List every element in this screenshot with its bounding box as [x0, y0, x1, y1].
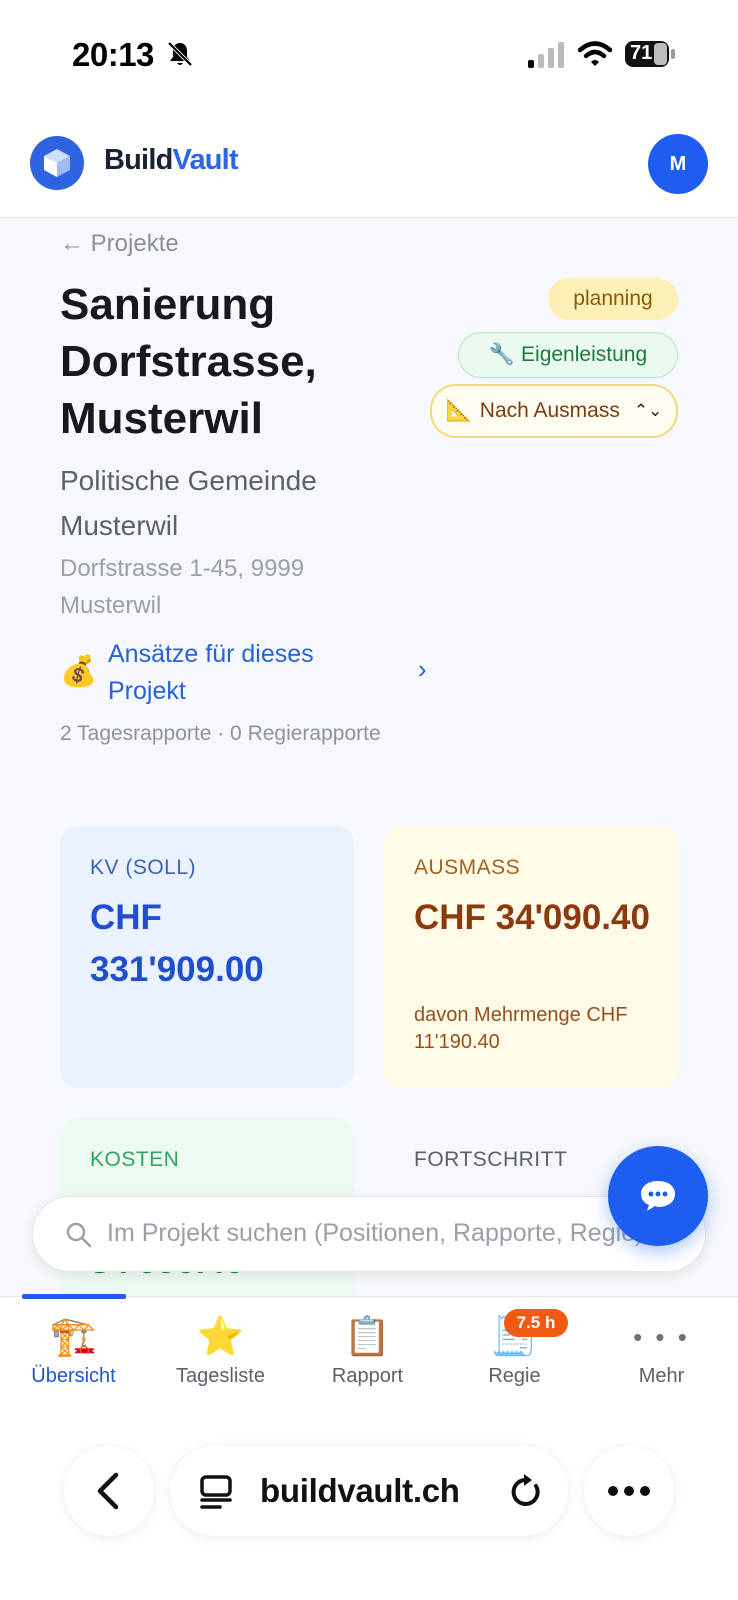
billing-mode-select[interactable]: 📐 Nach Ausmass ⌃⌄ — [430, 384, 678, 438]
bell-muted-icon — [167, 41, 193, 67]
card-label: FORTSCHRITT — [414, 1148, 568, 1171]
page-menu-icon — [200, 1475, 232, 1509]
reload-icon[interactable] — [508, 1472, 544, 1510]
chevron-right-icon: › — [418, 654, 427, 684]
search-placeholder: Im Projekt suchen (Positionen, Rapporte,… — [107, 1219, 644, 1247]
page-title: Sanierung Dorfstrasse, Musterwil — [60, 280, 317, 443]
chat-bubble-icon — [641, 1181, 675, 1211]
project-search-input[interactable]: Im Projekt suchen (Positionen, Rapporte,… — [32, 1196, 706, 1272]
money-bag-icon: 💰 — [60, 655, 98, 688]
brand-part-vault: Vault — [172, 144, 239, 176]
rates-link[interactable]: 💰 Ansätze für dieses Projekt › — [60, 636, 440, 716]
card-note: davon Mehrmenge CHF 11'190.40 — [414, 1004, 628, 1053]
card-label: KOSTEN — [90, 1148, 180, 1171]
report-counts: 2 Tagesrapporte · 0 Regierapporte — [60, 722, 381, 745]
status-time: 20:13 — [72, 36, 154, 73]
browser-toolbar: buildvault.ch — [0, 1404, 738, 1600]
browser-back-button[interactable] — [64, 1446, 154, 1536]
more-dots-icon: • • • — [633, 1322, 690, 1352]
card-label: KV (SOLL) — [90, 856, 197, 879]
tab-label: Regie — [488, 1365, 541, 1387]
battery-level: 71 — [630, 42, 653, 64]
tab-label: Mehr — [638, 1365, 685, 1387]
star-icon: ⭐ — [196, 1316, 245, 1358]
billing-mode-label: Nach Ausmass — [479, 399, 620, 422]
status-bar: 20:13 71 — [0, 0, 738, 110]
tab-uebersicht[interactable]: 🏗️ Übersicht — [0, 1315, 147, 1388]
app-header: BuildVault M — [0, 110, 738, 218]
tab-label: Tagesliste — [176, 1365, 265, 1387]
card-label: AUSMASS — [414, 856, 521, 879]
search-icon — [66, 1222, 92, 1248]
card-value: CHF 331'909.00 — [90, 898, 264, 989]
chat-button[interactable] — [608, 1146, 708, 1246]
address-bar[interactable]: buildvault.ch — [170, 1446, 568, 1536]
wifi-icon — [578, 41, 612, 66]
url-text: buildvault.ch — [260, 1472, 460, 1509]
back-to-projects-link[interactable]: ← Projekte — [60, 230, 179, 258]
triangle-ruler-icon: 📐 — [445, 399, 472, 422]
regie-hours-badge: 7.5 h — [504, 1309, 568, 1337]
project-client: Politische Gemeinde Musterwil — [60, 465, 317, 541]
tab-label: Rapport — [331, 1365, 404, 1387]
tab-mehr[interactable]: • • • Mehr — [588, 1315, 735, 1388]
cellular-signal-icon — [528, 42, 564, 68]
rates-link-label: Ansätze für dieses Projekt — [108, 640, 314, 705]
browser-more-button[interactable] — [584, 1446, 674, 1536]
wrench-icon: 🔧 — [488, 343, 516, 366]
status-badge: planning — [548, 278, 678, 320]
logo-cube-icon[interactable] — [30, 136, 84, 190]
construction-crane-icon: 🏗️ — [49, 1316, 98, 1358]
active-tab-indicator — [22, 1294, 126, 1299]
tab-rapport[interactable]: 📋 Rapport — [294, 1315, 441, 1388]
chevron-updown-icon: ⌃⌄ — [633, 401, 663, 420]
tab-tagesliste[interactable]: ⭐ Tagesliste — [147, 1315, 294, 1388]
brand-name[interactable]: BuildVault — [104, 144, 239, 177]
clipboard-icon: 📋 — [343, 1316, 392, 1358]
more-dots-icon — [608, 1486, 650, 1496]
card-value: CHF 34'090.40 — [414, 898, 650, 937]
project-address: Dorfstrasse 1-45, 9999 Musterwil — [60, 555, 305, 619]
kv-soll-card: KV (SOLL) CHF 331'909.00 — [60, 826, 354, 1088]
chevron-left-icon — [97, 1472, 119, 1510]
type-badge-label: Eigenleistung — [521, 343, 648, 366]
project-overview: ← Projekte Sanierung Dorfstrasse, Muster… — [0, 218, 738, 1298]
tab-label: Übersicht — [31, 1365, 116, 1387]
battery-icon: 71 — [624, 40, 676, 68]
ausmass-card: AUSMASS CHF 34'090.40 davon Mehrmenge CH… — [384, 826, 678, 1088]
brand-part-build: Build — [104, 144, 173, 176]
type-badge: 🔧 Eigenleistung — [458, 332, 678, 378]
bottom-navigation: 🏗️ Übersicht ⭐ Tagesliste 📋 Rapport 🧾 Re… — [0, 1294, 738, 1404]
user-avatar[interactable]: M — [648, 134, 708, 194]
